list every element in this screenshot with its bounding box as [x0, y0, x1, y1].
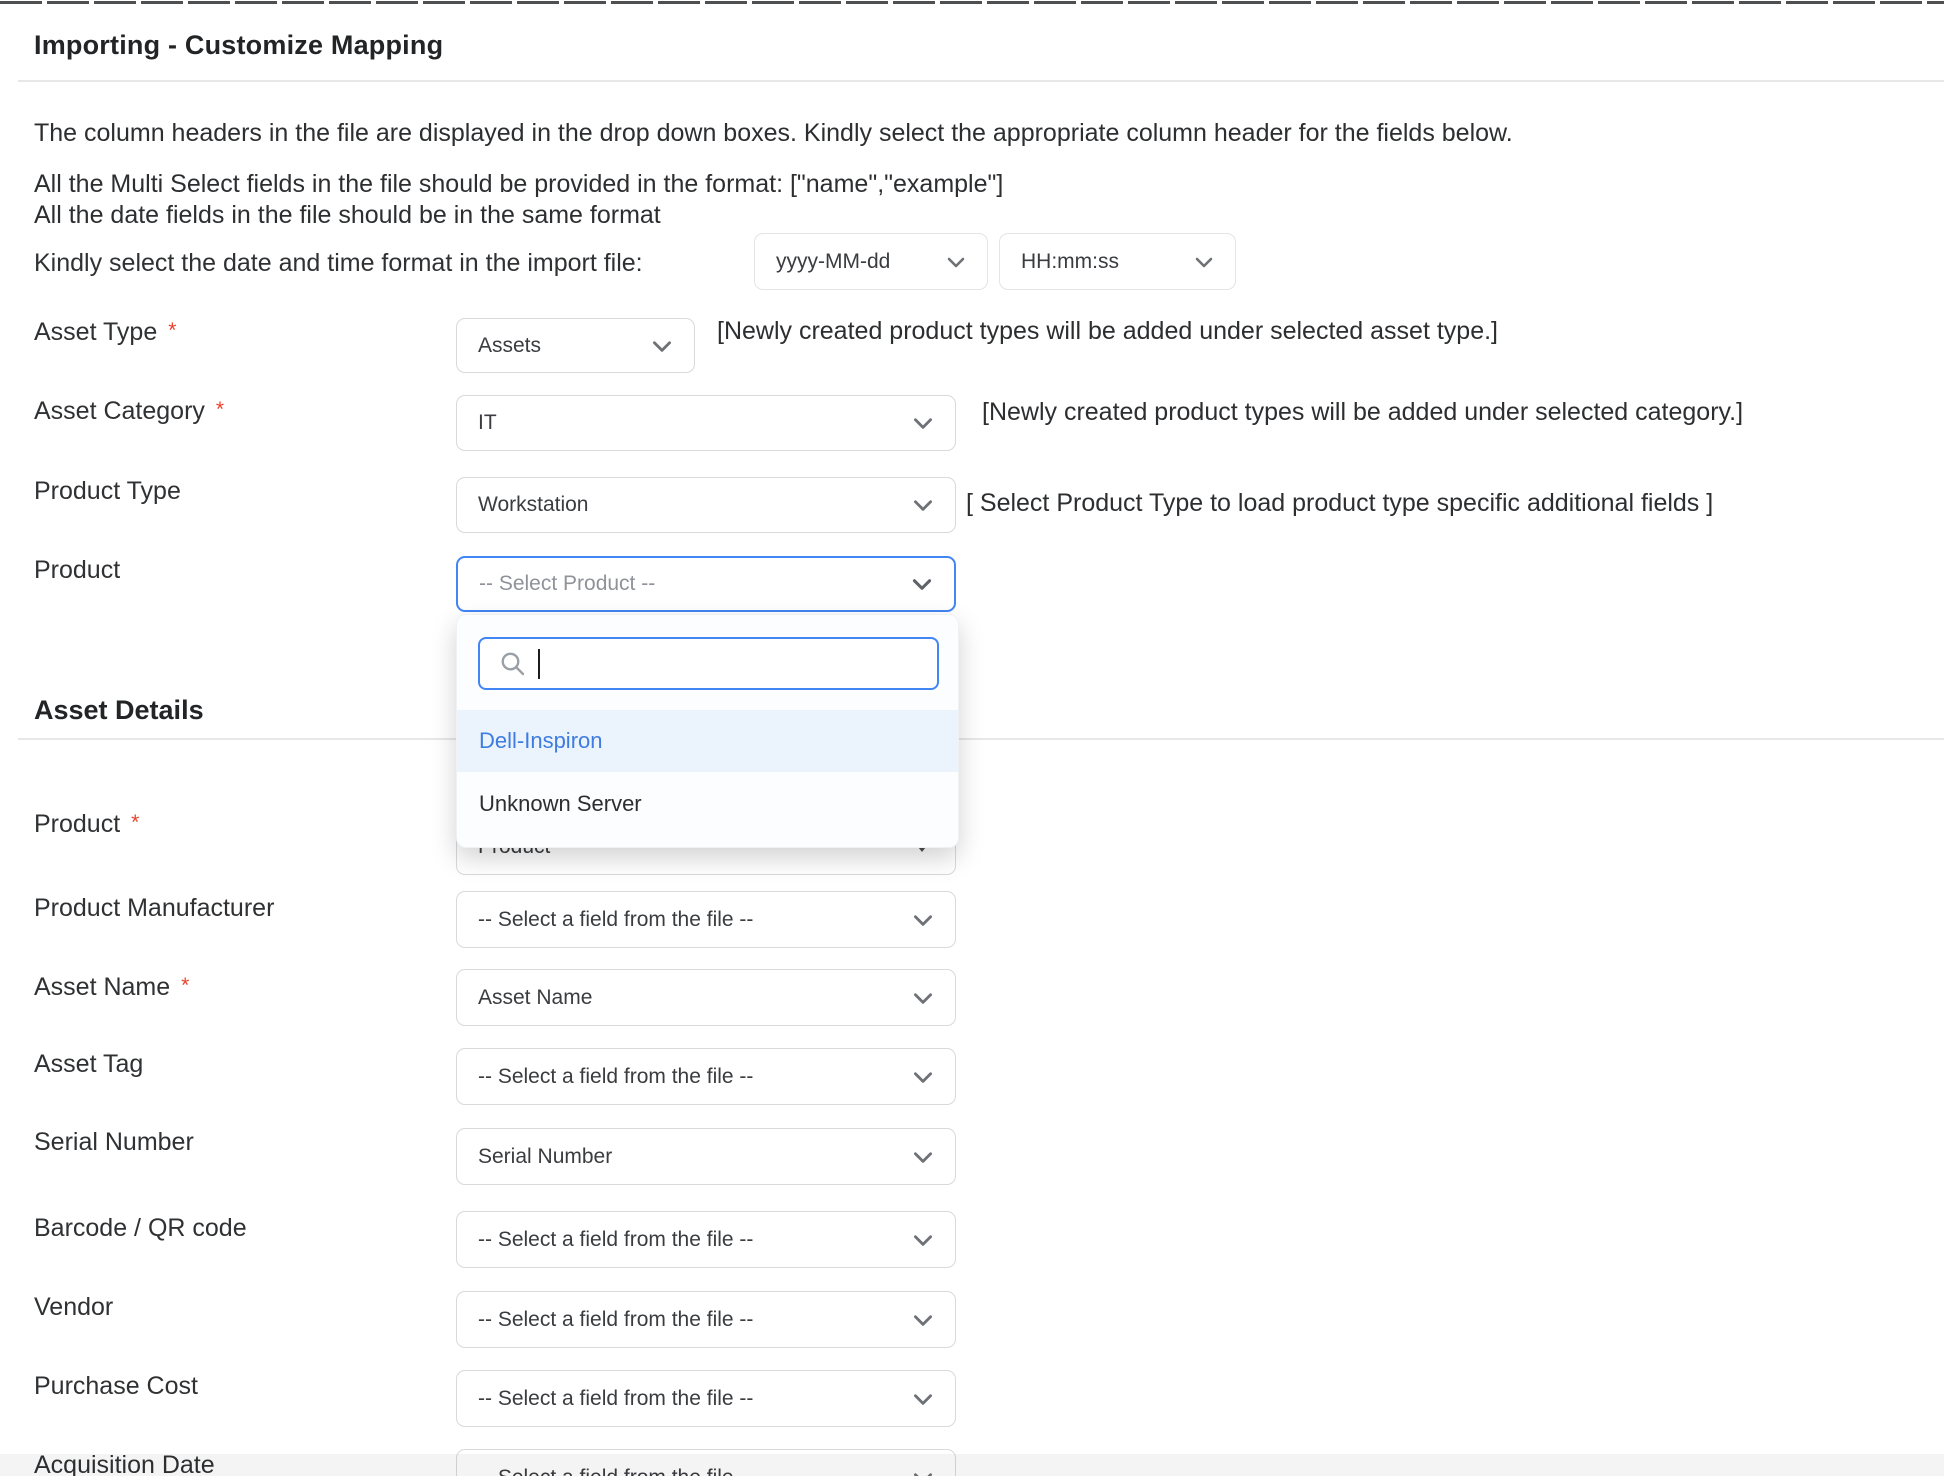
product-select-label: Product: [34, 555, 120, 585]
asset-type-select[interactable]: Assets: [456, 318, 695, 373]
chevron-down-icon: [910, 410, 936, 436]
map-asset-tag-value: -- Select a field from the file --: [478, 1065, 753, 1089]
date-format-select[interactable]: yyyy-MM-dd: [754, 233, 988, 290]
top-divider: [0, 1, 1944, 4]
chevron-down-icon: [910, 985, 936, 1011]
map-asset-tag-select[interactable]: -- Select a field from the file --: [456, 1048, 956, 1105]
chevron-down-icon: [910, 907, 936, 933]
map-product-manufacturer-select[interactable]: -- Select a field from the file --: [456, 891, 956, 948]
intro-line-3: All the date fields in the file should b…: [34, 201, 661, 230]
product-dropdown-panel: Dell-Inspiron Unknown Server: [456, 614, 959, 848]
map-acquisition-date-label: Acquisition Date: [34, 1450, 215, 1476]
chevron-down-icon: [909, 571, 935, 597]
map-vendor-value: -- Select a field from the file --: [478, 1308, 753, 1332]
product-select[interactable]: -- Select Product --: [456, 556, 956, 612]
map-purchase-cost-select[interactable]: -- Select a field from the file --: [456, 1370, 956, 1427]
title-divider: [18, 80, 1944, 82]
intro-line-2: All the Multi Select fields in the file …: [34, 170, 1003, 199]
map-acquisition-date-value: -- Select a field from the file --: [478, 1466, 753, 1476]
chevron-down-icon: [910, 1144, 936, 1170]
map-serial-number-select[interactable]: Serial Number: [456, 1128, 956, 1185]
required-marker: *: [168, 319, 176, 342]
map-barcode-select[interactable]: -- Select a field from the file --: [456, 1211, 956, 1268]
map-asset-name-value: Asset Name: [478, 986, 592, 1010]
import-customize-mapping-page: Importing - Customize Mapping The column…: [0, 0, 1944, 1476]
date-format-value: yyyy-MM-dd: [776, 250, 890, 274]
required-marker: *: [131, 811, 139, 834]
map-acquisition-date-select[interactable]: -- Select a field from the file --: [456, 1449, 956, 1476]
product-type-select[interactable]: Workstation: [456, 477, 956, 533]
page-title: Importing - Customize Mapping: [34, 30, 443, 61]
map-product-manufacturer-label: Product Manufacturer: [34, 893, 274, 923]
map-product-label: Product*: [34, 809, 139, 841]
product-type-value: Workstation: [478, 493, 589, 517]
datetime-format-label: Kindly select the date and time format i…: [34, 248, 643, 278]
asset-category-note: [Newly created product types will be add…: [982, 398, 1743, 427]
chevron-down-icon: [910, 1307, 936, 1333]
product-search-box: [478, 637, 939, 690]
product-option-dell-inspiron[interactable]: Dell-Inspiron: [457, 710, 958, 772]
map-vendor-select[interactable]: -- Select a field from the file --: [456, 1291, 956, 1348]
asset-details-heading: Asset Details: [34, 695, 204, 726]
asset-category-value: IT: [478, 411, 497, 435]
asset-category-label: Asset Category*: [34, 396, 224, 428]
chevron-down-icon: [910, 1227, 936, 1253]
asset-details-divider: [18, 738, 1944, 740]
required-marker: *: [181, 974, 189, 997]
map-asset-name-select[interactable]: Asset Name: [456, 969, 956, 1026]
product-select-value: -- Select Product --: [479, 572, 655, 596]
map-serial-number-label: Serial Number: [34, 1127, 194, 1157]
intro-line-1: The column headers in the file are displ…: [34, 119, 1513, 148]
map-asset-name-label: Asset Name*: [34, 972, 189, 1004]
chevron-down-icon: [944, 250, 968, 274]
map-serial-number-value: Serial Number: [478, 1145, 612, 1169]
product-search-input[interactable]: [540, 652, 925, 676]
chevron-down-icon: [649, 333, 675, 359]
asset-type-label: Asset Type*: [34, 317, 176, 349]
product-option-unknown-server[interactable]: Unknown Server: [457, 772, 958, 836]
map-barcode-value: -- Select a field from the file --: [478, 1228, 753, 1252]
map-purchase-cost-value: -- Select a field from the file --: [478, 1387, 753, 1411]
chevron-down-icon: [910, 1386, 936, 1412]
time-format-value: HH:mm:ss: [1021, 250, 1119, 274]
product-type-label: Product Type: [34, 476, 181, 506]
asset-type-value: Assets: [478, 334, 541, 358]
required-marker: *: [216, 398, 224, 421]
chevron-down-icon: [1192, 250, 1216, 274]
asset-category-select[interactable]: IT: [456, 395, 956, 451]
time-format-select[interactable]: HH:mm:ss: [999, 233, 1236, 290]
asset-type-note: [Newly created product types will be add…: [717, 317, 1498, 346]
map-product-manufacturer-value: -- Select a field from the file --: [478, 908, 753, 932]
product-type-note: [ Select Product Type to load product ty…: [966, 489, 1713, 518]
map-barcode-label: Barcode / QR code: [34, 1213, 247, 1243]
map-purchase-cost-label: Purchase Cost: [34, 1371, 198, 1401]
map-asset-tag-label: Asset Tag: [34, 1049, 143, 1079]
search-icon: [498, 649, 528, 679]
chevron-down-icon: [910, 492, 936, 518]
chevron-down-icon: [910, 1465, 936, 1476]
chevron-down-icon: [910, 1064, 936, 1090]
bottom-scroll-shade: [0, 1454, 1944, 1476]
map-vendor-label: Vendor: [34, 1292, 113, 1322]
